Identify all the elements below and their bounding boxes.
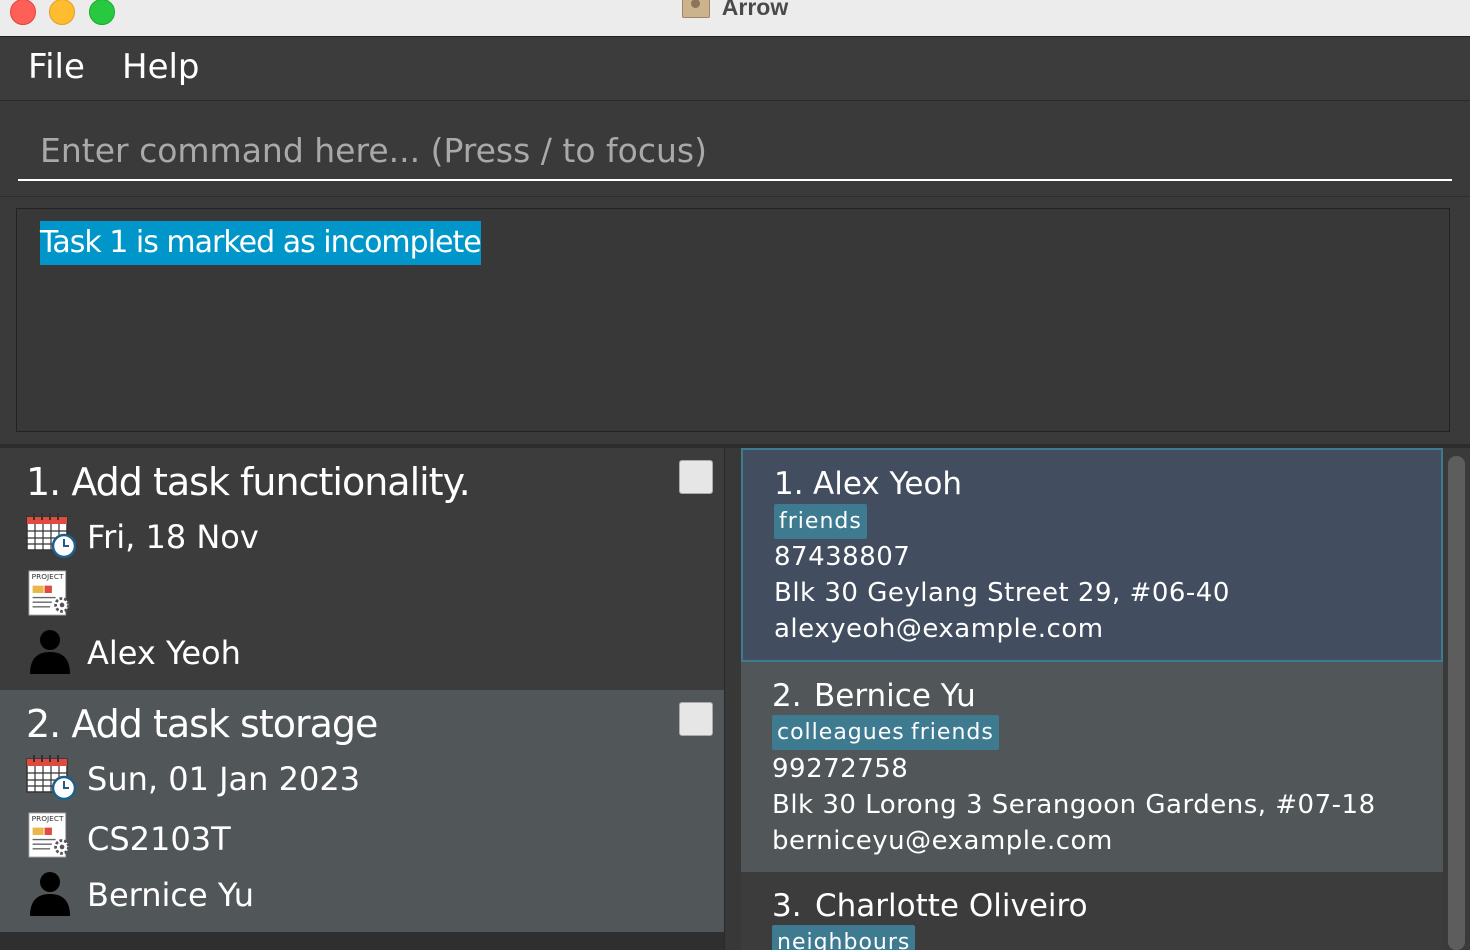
window-title: Arrow: [0, 0, 1470, 21]
person-tag: friends: [774, 504, 867, 539]
person-index: 1.: [774, 466, 804, 502]
person-phone: 99272758: [772, 754, 909, 784]
menu-bar: File Help: [0, 37, 1470, 101]
person-icon: [30, 872, 70, 916]
menu-help[interactable]: Help: [122, 47, 200, 87]
person-card[interactable]: 3. Charlotte Oliveiro neighbours: [741, 872, 1443, 950]
person-tag: friends: [906, 715, 999, 750]
command-input[interactable]: [18, 121, 1452, 181]
person-list[interactable]: 1. Alex Yeoh friends 87438807 Blk 30 Gey…: [741, 448, 1443, 950]
person-index: 2.: [772, 678, 802, 714]
person-email: berniceyu@example.com: [772, 826, 1113, 856]
title-bar: Arrow: [0, 0, 1470, 37]
task-date: Fri, 18 Nov: [87, 518, 259, 556]
person-address: Blk 30 Geylang Street 29, #06-40: [774, 578, 1230, 608]
calendar-clock-icon: [26, 513, 76, 558]
task-title: 1. Add task functionality.: [26, 460, 471, 504]
task-complete-checkbox[interactable]: [679, 460, 713, 494]
task-complete-checkbox[interactable]: [679, 702, 713, 736]
person-name: Alex Yeoh: [813, 466, 963, 502]
person-card[interactable]: 1. Alex Yeoh friends 87438807 Blk 30 Gey…: [741, 448, 1443, 662]
result-display[interactable]: Task 1 is marked as incomplete: [16, 208, 1450, 432]
menu-file[interactable]: File: [28, 47, 85, 87]
svg-text:PROJECT: PROJECT: [32, 572, 64, 581]
person-address: Blk 30 Lorong 3 Serangoon Gardens, #07-1…: [772, 790, 1376, 820]
person-tag: neighbours: [772, 925, 916, 950]
task-title: 2. Add task storage: [26, 702, 378, 746]
svg-text:PROJECT: PROJECT: [32, 814, 64, 823]
person-name: Bernice Yu: [814, 678, 976, 714]
person-email: alexyeoh@example.com: [774, 614, 1104, 644]
scrollbar-thumb[interactable]: [1448, 456, 1465, 950]
task-card[interactable]: 2. Add task storage Sun, 01 Jan 2023 PRO…: [0, 690, 724, 932]
person-phone: 87438807: [774, 542, 911, 572]
person-icon: [30, 630, 70, 674]
task-assignee: Bernice Yu: [87, 876, 255, 914]
person-name: Charlotte Oliveiro: [815, 888, 1088, 924]
task-date: Sun, 01 Jan 2023: [87, 760, 361, 798]
result-message: Task 1 is marked as incomplete: [40, 221, 482, 265]
app-icon: [681, 0, 710, 18]
task-card[interactable]: 1. Add task functionality. Fri, 18 Nov P…: [0, 448, 724, 690]
person-tag: colleagues: [772, 715, 910, 750]
project-document-icon: PROJECT: [28, 570, 70, 616]
calendar-clock-icon: [26, 755, 76, 800]
window-title-text: Arrow: [721, 0, 789, 20]
split-pane-divider[interactable]: [724, 448, 741, 950]
task-project: CS2103T: [87, 820, 231, 858]
person-index: 3.: [772, 888, 802, 924]
task-assignee: Alex Yeoh: [87, 634, 241, 672]
person-card[interactable]: 2. Bernice Yu colleagues friends 9927275…: [741, 662, 1443, 872]
command-box: [0, 101, 1470, 197]
task-list[interactable]: 1. Add task functionality. Fri, 18 Nov P…: [0, 448, 724, 950]
project-document-icon: PROJECT: [28, 812, 70, 858]
